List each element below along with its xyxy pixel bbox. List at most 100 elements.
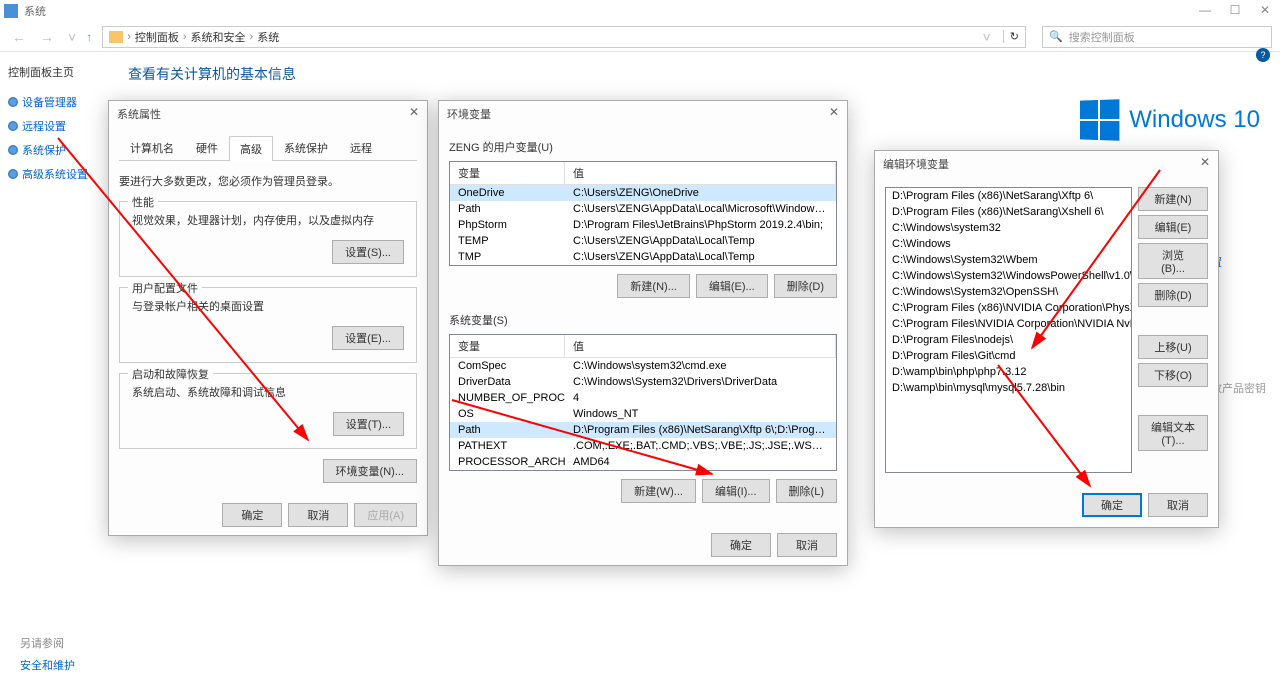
new-button[interactable]: 新建(N) (1138, 187, 1208, 211)
ok-button[interactable]: 确定 (1082, 493, 1142, 517)
table-header: 变量 值 (450, 162, 836, 185)
env-vars-button[interactable]: 环境变量(N)... (323, 459, 417, 483)
movedown-button[interactable]: 下移(O) (1138, 363, 1208, 387)
sidebar-item-advanced[interactable]: 高级系统设置 (8, 166, 92, 182)
col-val: 值 (565, 335, 836, 357)
list-item[interactable]: D:\wamp\bin\php\php7.3.12 (886, 364, 1131, 380)
chevron-icon: › (250, 31, 254, 43)
edittext-button[interactable]: 编辑文本(T)... (1138, 415, 1208, 451)
table-row[interactable]: ComSpecC:\Windows\system32\cmd.exe (450, 358, 836, 374)
help-icon[interactable]: ? (1256, 48, 1270, 62)
address-dropdown[interactable]: ˅ (979, 29, 995, 45)
tab-advanced[interactable]: 高级 (229, 136, 273, 161)
tab-protection[interactable]: 系统保护 (273, 135, 339, 160)
up-button[interactable]: ↑ (86, 30, 92, 44)
table-row[interactable]: NUMBER_OF_PROCESSORS4 (450, 390, 836, 406)
back-button[interactable]: ← (8, 29, 30, 45)
table-row[interactable]: OneDriveC:\Users\ZENG\OneDrive (450, 185, 836, 201)
close-icon[interactable]: ✕ (1200, 155, 1210, 169)
moveup-button[interactable]: 上移(U) (1138, 335, 1208, 359)
dialog-title: 环境变量 (439, 101, 847, 127)
user-vars-table[interactable]: 变量 值 OneDriveC:\Users\ZENG\OneDrivePathC… (449, 161, 837, 266)
list-item[interactable]: C:\Windows\System32\WindowsPowerShell\v1… (886, 268, 1131, 284)
sidebar-item-device-manager[interactable]: 设备管理器 (8, 94, 92, 110)
minimize-button[interactable]: — (1190, 0, 1220, 20)
sidebar-item-remote[interactable]: 远程设置 (8, 118, 92, 134)
cancel-button[interactable]: 取消 (288, 503, 348, 527)
var-name: ComSpec (450, 358, 565, 374)
table-row[interactable]: DriverDataC:\Windows\System32\Drivers\Dr… (450, 374, 836, 390)
user-delete-button[interactable]: 删除(D) (774, 274, 837, 298)
breadcrumb-syssec[interactable]: 系统和安全 (191, 29, 246, 45)
search-input[interactable]: 🔍 搜索控制面板 (1042, 26, 1272, 48)
var-value: C:\Windows\System32\Drivers\DriverData (565, 374, 836, 390)
browse-button[interactable]: 浏览(B)... (1138, 243, 1208, 279)
close-icon[interactable]: ✕ (409, 105, 419, 119)
sidebar-cpanel-home[interactable]: 控制面板主页 (8, 64, 92, 80)
sys-new-button[interactable]: 新建(W)... (621, 479, 696, 503)
delete-button[interactable]: 删除(D) (1138, 283, 1208, 307)
chevron-icon: › (127, 31, 131, 43)
list-item[interactable]: D:\Program Files (x86)\NetSarang\Xshell … (886, 204, 1131, 220)
title-bar: 系统 (0, 0, 1280, 22)
group-desc: 系统启动、系统故障和调试信息 (132, 384, 404, 400)
table-row[interactable]: OSWindows_NT (450, 406, 836, 422)
sys-edit-button[interactable]: 编辑(I)... (702, 479, 770, 503)
col-var: 变量 (450, 162, 565, 184)
perf-settings-button[interactable]: 设置(S)... (332, 240, 404, 264)
var-name: Path (450, 422, 565, 438)
sys-vars-table[interactable]: 变量 值 ComSpecC:\Windows\system32\cmd.exeD… (449, 334, 837, 471)
apply-button[interactable]: 应用(A) (354, 503, 417, 527)
close-button[interactable]: ✕ (1250, 0, 1280, 20)
close-icon[interactable]: ✕ (829, 105, 839, 119)
user-new-button[interactable]: 新建(N)... (617, 274, 689, 298)
group-desc: 视觉效果，处理器计划，内存使用，以及虚拟内存 (132, 212, 404, 228)
sys-delete-button[interactable]: 删除(L) (776, 479, 837, 503)
breadcrumb-system[interactable]: 系统 (257, 29, 279, 45)
list-item[interactable]: C:\Windows\System32\OpenSSH\ (886, 284, 1131, 300)
list-item[interactable]: D:\wamp\bin\mysql\mysql5.7.28\bin (886, 380, 1131, 396)
table-row[interactable]: PATHEXT.COM;.EXE;.BAT;.CMD;.VBS;.VBE;.JS… (450, 438, 836, 454)
list-item[interactable]: C:\Windows\System32\Wbem (886, 252, 1131, 268)
security-maintenance-link[interactable]: 安全和维护 (20, 660, 75, 672)
tab-hardware[interactable]: 硬件 (185, 135, 229, 160)
path-list[interactable]: D:\Program Files (x86)\NetSarang\Xftp 6\… (885, 187, 1132, 473)
table-row[interactable]: PhpStormD:\Program Files\JetBrains\PhpSt… (450, 217, 836, 233)
tab-remote[interactable]: 远程 (339, 135, 383, 160)
list-item[interactable]: C:\Windows (886, 236, 1131, 252)
sidebar-item-protection[interactable]: 系统保护 (8, 142, 92, 158)
table-row[interactable]: TMPC:\Users\ZENG\AppData\Local\Temp (450, 249, 836, 265)
var-value: C:\Windows\system32\cmd.exe (565, 358, 836, 374)
list-item[interactable]: C:\Program Files (x86)\NVIDIA Corporatio… (886, 300, 1131, 316)
user-edit-button[interactable]: 编辑(E)... (696, 274, 768, 298)
list-item[interactable]: D:\Program Files\Git\cmd (886, 348, 1131, 364)
breadcrumb[interactable]: › 控制面板 › 系统和安全 › 系统 ˅ ↻ (102, 26, 1026, 48)
list-item[interactable]: D:\Program Files\nodejs\ (886, 332, 1131, 348)
maximize-button[interactable]: ☐ (1220, 0, 1250, 20)
list-item[interactable]: C:\Windows\system32 (886, 220, 1131, 236)
recent-dropdown[interactable]: ˅ (64, 29, 80, 45)
var-value: C:\Users\ZENG\AppData\Local\Microsoft\Wi… (565, 201, 836, 217)
var-value: Windows_NT (565, 406, 836, 422)
breadcrumb-cpanel[interactable]: 控制面板 (135, 29, 179, 45)
forward-button[interactable]: → (36, 29, 58, 45)
ok-button[interactable]: 确定 (711, 533, 771, 557)
table-row[interactable]: PathC:\Users\ZENG\AppData\Local\Microsof… (450, 201, 836, 217)
ok-button[interactable]: 确定 (222, 503, 282, 527)
refresh-button[interactable]: ↻ (1003, 30, 1019, 43)
cancel-button[interactable]: 取消 (1148, 493, 1208, 517)
table-row[interactable]: PathD:\Program Files (x86)\NetSarang\Xft… (450, 422, 836, 438)
env-vars-dialog: 环境变量 ✕ ZENG 的用户变量(U) 变量 值 OneDriveC:\Use… (438, 100, 848, 566)
list-item[interactable]: C:\Program Files\NVIDIA Corporation\NVID… (886, 316, 1131, 332)
edit-button[interactable]: 编辑(E) (1138, 215, 1208, 239)
table-row[interactable]: PROCESSOR_ARCHITECT...AMD64 (450, 454, 836, 470)
table-row[interactable]: TEMPC:\Users\ZENG\AppData\Local\Temp (450, 233, 836, 249)
tab-computername[interactable]: 计算机名 (119, 135, 185, 160)
startup-settings-button[interactable]: 设置(T)... (333, 412, 404, 436)
list-item[interactable]: D:\Program Files (x86)\NetSarang\Xftp 6\ (886, 188, 1131, 204)
system-properties-dialog: 系统属性 ✕ 计算机名 硬件 高级 系统保护 远程 要进行大多数更改，您必须作为… (108, 100, 428, 536)
var-name: TMP (450, 249, 565, 265)
search-placeholder: 搜索控制面板 (1069, 29, 1135, 45)
cancel-button[interactable]: 取消 (777, 533, 837, 557)
profile-settings-button[interactable]: 设置(E)... (332, 326, 404, 350)
